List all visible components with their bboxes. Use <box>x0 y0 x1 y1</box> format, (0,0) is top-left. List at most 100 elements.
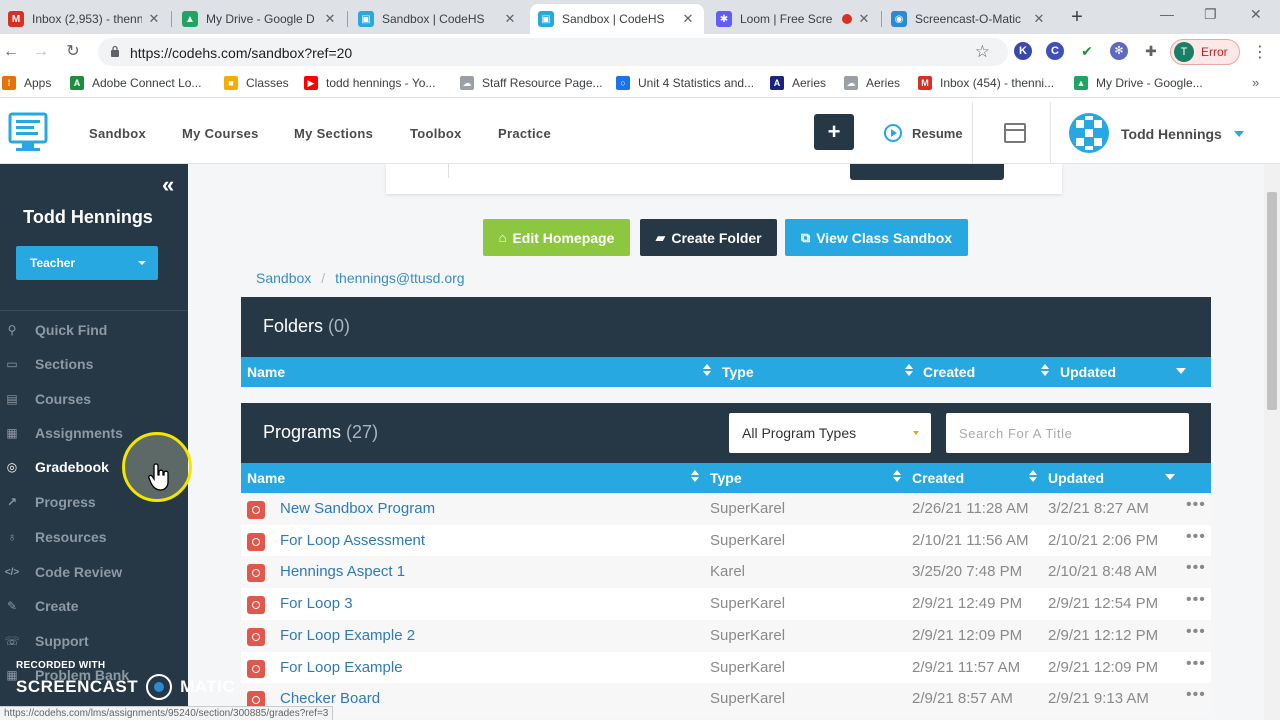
sort-icon[interactable] <box>1041 364 1049 378</box>
chevron-down-icon[interactable] <box>1234 131 1244 137</box>
k-extension-icon[interactable]: K <box>1014 42 1032 60</box>
programs-col-created[interactable]: Created <box>912 470 964 486</box>
sort-icon[interactable] <box>1029 470 1037 484</box>
more-options-icon[interactable]: ••• <box>1186 623 1206 641</box>
nav-sandbox[interactable]: Sandbox <box>89 126 146 141</box>
program-name-link[interactable]: For Loop Assessment <box>280 532 425 549</box>
browser-window-icon[interactable] <box>1004 123 1026 143</box>
bookmark-item[interactable]: ▲ My Drive - Google... <box>1074 76 1203 90</box>
resume-button[interactable]: Resume <box>884 124 963 142</box>
c-extension-icon[interactable]: C <box>1046 42 1064 60</box>
browser-menu-icon[interactable]: ⋮ <box>1252 42 1268 62</box>
gear-extension-icon[interactable]: ✻ <box>1110 42 1128 60</box>
breadcrumb-user-email[interactable]: thennings@ttusd.org <box>335 270 464 286</box>
folders-col-type[interactable]: Type <box>722 364 754 380</box>
breadcrumb-sandbox[interactable]: Sandbox <box>256 270 311 286</box>
scrollbar-thumb[interactable] <box>1267 192 1277 410</box>
puzzle-icon[interactable]: ✚ <box>1142 42 1160 60</box>
close-window-icon[interactable]: ✕ <box>1250 6 1262 23</box>
program-type-select[interactable]: All Program Types <box>729 413 931 453</box>
search-title-input[interactable] <box>946 413 1189 453</box>
bookmark-item[interactable]: ▶ todd hennings - Yo... <box>304 76 435 90</box>
create-plus-button[interactable]: + <box>814 114 854 150</box>
close-tab-icon[interactable]: ✕ <box>322 11 338 27</box>
more-options-icon[interactable]: ••• <box>1186 496 1206 514</box>
header-user-name[interactable]: Todd Hennings <box>1121 126 1222 142</box>
role-dropdown[interactable]: Teacher <box>16 246 158 280</box>
user-avatar[interactable] <box>1068 112 1110 154</box>
close-tab-icon[interactable]: ✕ <box>1031 11 1047 27</box>
folders-col-created[interactable]: Created <box>923 364 975 380</box>
close-tab-icon[interactable]: ✕ <box>502 11 518 27</box>
program-name-link[interactable]: Checker Board <box>280 690 380 707</box>
nav-practice[interactable]: Practice <box>498 126 551 141</box>
reload-icon[interactable]: ↻ <box>62 41 84 63</box>
program-name-link[interactable]: For Loop Example 2 <box>280 627 415 644</box>
bookmark-item[interactable]: ☁ Staff Resource Page... <box>460 76 603 90</box>
page-scrollbar[interactable] <box>1264 164 1280 720</box>
bookmark-item[interactable]: ■ Classes <box>224 76 289 90</box>
create-program-button[interactable] <box>850 164 1004 180</box>
restore-window-icon[interactable]: ❐ <box>1204 6 1217 23</box>
collapse-sidebar-icon[interactable]: « <box>162 172 174 198</box>
browser-tab[interactable]: ◉ Screencast-O-Matic ✕ <box>883 4 1055 34</box>
close-tab-icon[interactable]: ✕ <box>146 11 162 27</box>
back-arrow-icon[interactable]: ← <box>0 41 22 63</box>
bookmark-item[interactable]: ☁ Aeries <box>844 76 900 90</box>
sidebar-item-create[interactable]: ✎ Create <box>0 591 188 621</box>
edit-homepage-button[interactable]: ⌂ Edit Homepage <box>483 219 630 256</box>
program-name-link[interactable]: For Loop Example <box>280 659 403 676</box>
browser-tab[interactable]: ▣ Sandbox | CodeHS ✕ <box>350 4 526 34</box>
more-options-icon[interactable]: ••• <box>1186 655 1206 673</box>
sidebar-item-sections[interactable]: ▭ Sections <box>0 349 188 379</box>
more-options-icon[interactable]: ••• <box>1186 686 1206 704</box>
view-class-sandbox-button[interactable]: ⧉ View Class Sandbox <box>785 219 968 256</box>
create-folder-button[interactable]: ▰ Create Folder <box>640 219 777 256</box>
bookmark-item[interactable]: M Inbox (454) - thenni... <box>918 76 1054 90</box>
check-extension-icon[interactable]: ✔ <box>1078 42 1096 60</box>
sort-icon[interactable] <box>691 470 699 484</box>
folders-col-updated[interactable]: Updated <box>1060 364 1116 380</box>
programs-col-type[interactable]: Type <box>710 470 742 486</box>
more-options-icon[interactable]: ••• <box>1186 591 1206 609</box>
bookmark-star-icon[interactable]: ☆ <box>975 42 990 62</box>
more-options-icon[interactable]: ••• <box>1186 528 1206 546</box>
program-name-input[interactable] <box>448 164 848 178</box>
address-bar[interactable]: https://codehs.com/sandbox?ref=20 ☆ <box>98 38 1008 66</box>
sidebar-item-support[interactable]: ☏ Support <box>0 626 188 656</box>
browser-tab[interactable]: ▣ Sandbox | CodeHS ✕ <box>530 4 704 34</box>
nav-my-courses[interactable]: My Courses <box>182 126 259 141</box>
browser-tab[interactable]: M Inbox (2,953) - thenn ✕ <box>0 4 170 34</box>
bookmark-item[interactable]: ⁞ Apps <box>2 76 51 90</box>
bookmark-item[interactable]: A Aeries <box>770 76 826 90</box>
forward-arrow-icon[interactable]: → <box>30 41 52 63</box>
programs-col-name[interactable]: Name <box>247 470 285 486</box>
sort-icon[interactable] <box>893 470 901 484</box>
bookmark-item[interactable]: A Adobe Connect Lo... <box>70 76 201 90</box>
new-tab-button[interactable]: + <box>1068 6 1086 29</box>
program-name-link[interactable]: For Loop 3 <box>280 595 353 612</box>
minimize-window-icon[interactable]: — <box>1160 6 1174 22</box>
caret-down-icon[interactable] <box>1165 474 1175 480</box>
program-name-link[interactable]: New Sandbox Program <box>280 500 435 517</box>
close-tab-icon[interactable]: ✕ <box>856 11 872 27</box>
bookmarks-overflow-icon[interactable]: » <box>1252 75 1259 90</box>
programs-col-updated[interactable]: Updated <box>1048 470 1104 486</box>
sort-icon[interactable] <box>905 364 913 378</box>
sidebar-item-courses[interactable]: ▤ Courses <box>0 384 188 414</box>
nav-my-sections[interactable]: My Sections <box>294 126 373 141</box>
more-options-icon[interactable]: ••• <box>1186 559 1206 577</box>
close-tab-icon[interactable]: ✕ <box>680 11 696 27</box>
browser-tab[interactable]: ▲ My Drive - Google D ✕ <box>174 4 346 34</box>
profile-button[interactable]: T Error <box>1170 39 1240 65</box>
browser-tab[interactable]: ✱ Loom | Free Scre ✕ <box>708 4 880 34</box>
sidebar-item-resources[interactable]: ♁ Resources <box>0 522 188 552</box>
folders-col-name[interactable]: Name <box>247 364 285 380</box>
sidebar-item-quick-find[interactable]: ⚲ Quick Find <box>0 315 188 345</box>
nav-toolbox[interactable]: Toolbox <box>410 126 462 141</box>
bookmark-item[interactable]: ○ Unit 4 Statistics and... <box>616 76 754 90</box>
caret-down-icon[interactable] <box>1176 368 1186 374</box>
sort-icon[interactable] <box>703 364 711 378</box>
sidebar-item-code-review[interactable]: </> Code Review <box>0 557 188 587</box>
codehs-logo-icon[interactable] <box>8 112 48 154</box>
